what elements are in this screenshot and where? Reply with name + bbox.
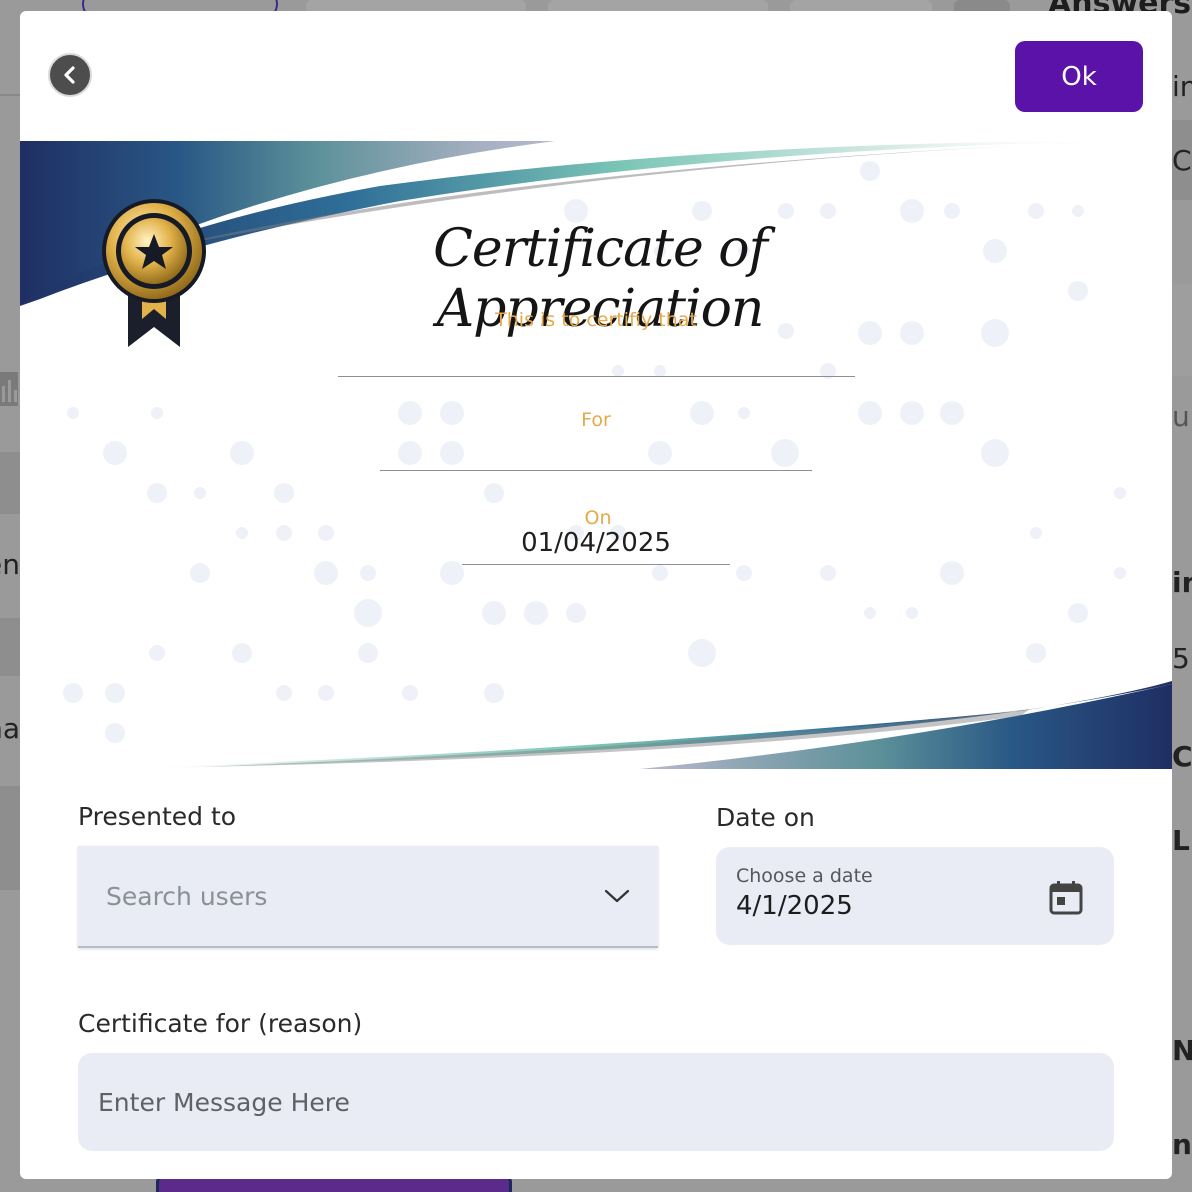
- background-text: na: [0, 712, 20, 745]
- background-text: in: [1172, 70, 1192, 103]
- background-text: L: [1172, 824, 1190, 857]
- presented-to-select[interactable]: Search users: [78, 846, 658, 948]
- background-text: ur: [1172, 400, 1192, 433]
- ok-button[interactable]: Ok: [1015, 41, 1143, 112]
- reason-label: Certificate for (reason): [78, 1009, 363, 1038]
- background-text: 5: [1172, 642, 1190, 675]
- certificate-preview: Certificate of Appreciation This is to c…: [20, 141, 1172, 769]
- date-field-value: 4/1/2025: [736, 891, 853, 921]
- chevron-down-icon: [604, 889, 630, 903]
- background-row: [0, 786, 20, 890]
- certificate-date: 01/04/2025: [521, 528, 671, 558]
- background-text: in: [1172, 566, 1192, 599]
- date-line: [462, 564, 730, 565]
- presented-to-placeholder: Search users: [106, 881, 268, 911]
- background-text: N: [1172, 1034, 1192, 1067]
- date-field-caption: Choose a date: [736, 865, 873, 887]
- certificate-dialog: Ok Certificate of Appreciation This is t…: [20, 11, 1172, 1179]
- certificate-on-label: On: [584, 507, 612, 529]
- calendar-icon[interactable]: [1048, 879, 1084, 915]
- chevron-left-icon: [64, 66, 75, 84]
- date-picker-field[interactable]: Choose a date 4/1/2025: [716, 847, 1114, 945]
- background-row: [0, 452, 20, 514]
- recipient-line: [338, 376, 855, 377]
- medal-icon: [102, 199, 206, 347]
- background-text: ng: [1172, 1128, 1192, 1161]
- certificate-for-label: For: [581, 409, 611, 431]
- reason-line: [380, 470, 812, 471]
- background-divider: [0, 94, 20, 96]
- reason-input[interactable]: [78, 1053, 1114, 1151]
- background-row: [0, 618, 20, 676]
- background-text: C: [1172, 740, 1192, 773]
- background-text: en: [0, 548, 20, 581]
- date-on-label: Date on: [716, 803, 815, 832]
- presented-to-label: Presented to: [78, 802, 237, 831]
- certificate-subtitle: This is to certifiy that: [495, 309, 697, 331]
- background-text: Co: [1172, 144, 1192, 177]
- bar-chart-icon: [0, 372, 18, 406]
- back-button[interactable]: [48, 53, 92, 97]
- background-row: [1172, 284, 1192, 376]
